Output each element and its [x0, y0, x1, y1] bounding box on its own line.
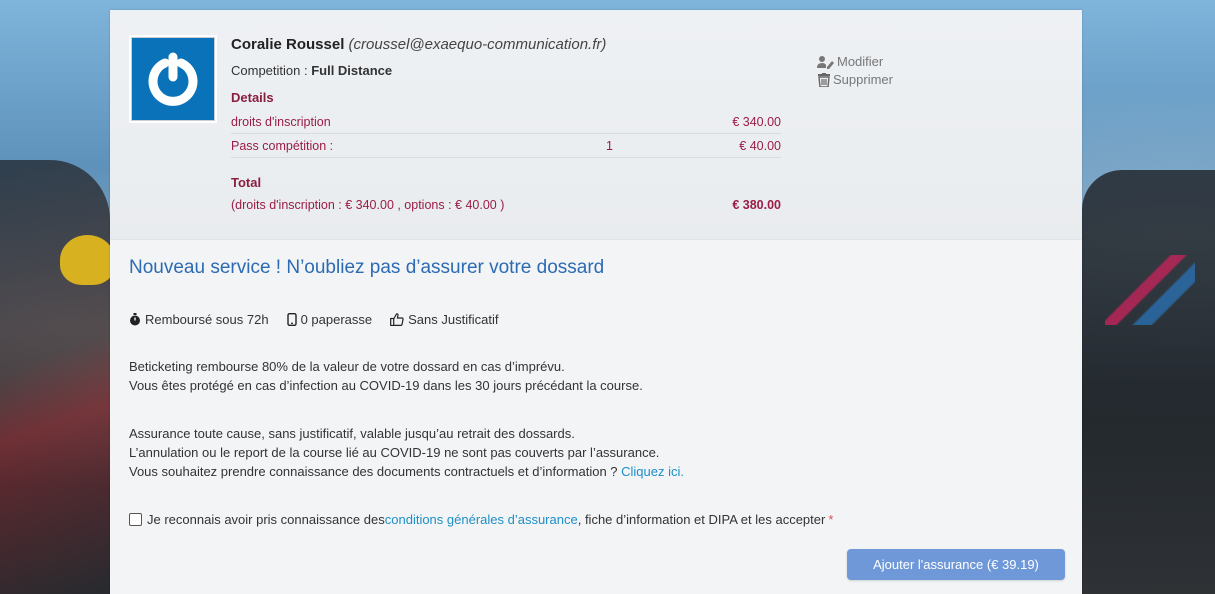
power-icon	[148, 52, 198, 106]
mobile-icon	[286, 313, 297, 326]
background-athlete-left	[0, 160, 110, 594]
add-insurance-button[interactable]: Ajouter l'assurance (€ 39.19)	[847, 549, 1065, 580]
feature-label: Remboursé sous 72h	[145, 312, 269, 327]
total-breakdown: (droits d'inscription : € 340.00 , optio…	[231, 198, 505, 212]
insurance-features: Remboursé sous 72h 0 paperasse Sans Just…	[129, 312, 498, 327]
total-amount: € 380.00	[732, 198, 781, 212]
delete-button[interactable]: Supprimer	[817, 71, 893, 89]
modify-label: Modifier	[837, 54, 884, 69]
order-summary: Coralie Roussel (croussel@exaequo-commun…	[110, 10, 1082, 240]
insurance-paragraph-1: Beticketing rembourse 80% de la valeur d…	[129, 357, 643, 395]
delete-label: Supprimer	[833, 72, 893, 87]
feature-item: Remboursé sous 72h	[129, 312, 269, 327]
detail-amount: € 40.00	[739, 139, 781, 153]
insurance-consent: Je reconnais avoir pris connaissance des…	[129, 512, 833, 527]
background-athlete-right	[1082, 170, 1215, 594]
modify-button[interactable]: Modifier	[817, 53, 893, 71]
required-mark: *	[828, 512, 834, 527]
paragraph-line: Beticketing rembourse 80% de la valeur d…	[129, 359, 565, 374]
competition-value: Full Distance	[311, 63, 393, 78]
thumbs-up-icon	[390, 313, 404, 326]
paragraph-line: L’annulation ou le report de la course l…	[129, 445, 660, 460]
consent-suffix: , fiche d’information et DIPA et les acc…	[577, 512, 826, 527]
total-title: Total	[231, 175, 262, 190]
background-swim-cap	[60, 235, 115, 285]
detail-row: Pass compétition : 1 € 40.00	[231, 134, 781, 158]
competition-line: Competition : Full Distance	[231, 63, 392, 78]
documents-link[interactable]: Cliquez ici.	[621, 464, 684, 479]
detail-amount: € 340.00	[732, 115, 781, 129]
feature-label: 0 paperasse	[300, 312, 373, 327]
participant-email: (croussel@exaequo-communication.fr)	[348, 36, 607, 53]
paragraph-line: Assurance toute cause, sans justificatif…	[129, 426, 575, 441]
details-title: Details	[231, 90, 274, 105]
consent-checkbox[interactable]	[129, 513, 142, 526]
participant-name-line: Coralie Roussel (croussel@exaequo-commun…	[231, 36, 606, 53]
detail-qty: 1	[606, 139, 613, 153]
insurance-title: Nouveau service ! N’oubliez pas d’assure…	[129, 257, 605, 278]
terms-link[interactable]: conditions générales d’assurance	[385, 512, 578, 527]
participant-name: Coralie Roussel	[231, 36, 345, 53]
consent-prefix: Je reconnais avoir pris connaissance des	[147, 512, 385, 527]
stopwatch-icon	[130, 313, 140, 326]
feature-label: Sans Justificatif	[408, 312, 499, 327]
detail-label: Pass compétition :	[231, 139, 334, 153]
participant-avatar	[129, 35, 217, 123]
feature-item: Sans Justificatif	[390, 312, 498, 327]
paragraph-line: Vous êtes protégé en cas d’infection au …	[129, 378, 643, 393]
feature-item: 0 paperasse	[286, 312, 373, 327]
background-wetsuit-stripe	[1105, 255, 1195, 325]
registration-panel: Coralie Roussel (croussel@exaequo-commun…	[110, 10, 1082, 594]
detail-row: droits d'inscription € 340.00	[231, 110, 781, 134]
competition-label: Competition :	[231, 63, 312, 78]
participant-actions: Modifier Supprimer	[817, 53, 893, 89]
detail-label: droits d'inscription	[231, 115, 331, 129]
trash-icon	[818, 73, 830, 87]
user-edit-icon	[817, 56, 834, 69]
insurance-paragraph-2: Assurance toute cause, sans justificatif…	[129, 424, 684, 481]
documents-prompt: Vous souhaitez prendre connaissance des …	[129, 464, 622, 479]
paragraph-line: Vous souhaitez prendre connaissance des …	[129, 462, 684, 481]
